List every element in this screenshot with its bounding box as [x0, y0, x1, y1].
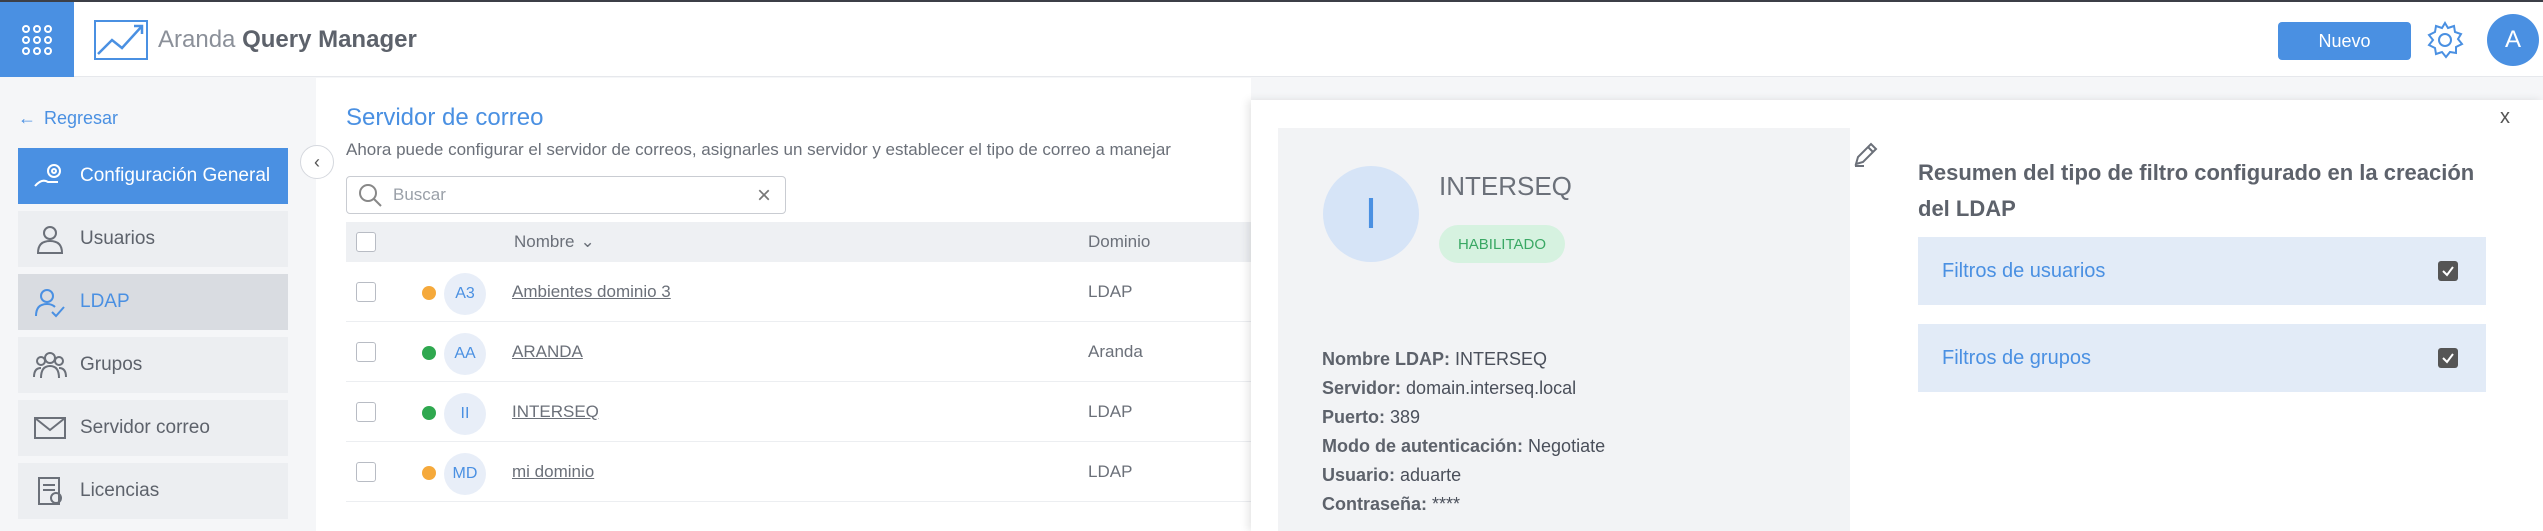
sidebar-item-users[interactable]: Usuarios [18, 211, 288, 267]
field-user: Usuario: aduarte [1322, 465, 1462, 485]
table-row[interactable]: MD mi dominio LDAP [346, 442, 1251, 502]
table-row[interactable]: II INTERSEQ LDAP [346, 382, 1251, 442]
ldap-avatar: I [1323, 166, 1419, 262]
field-auth-mode: Modo de autenticación: Negotiate [1322, 436, 1606, 456]
collapse-sidebar-button[interactable]: ‹ [300, 145, 334, 179]
status-dot [422, 346, 436, 360]
license-icon [38, 477, 62, 505]
clear-icon[interactable]: × [757, 182, 771, 210]
row-name-link[interactable]: INTERSEQ [512, 402, 599, 422]
column-header-name[interactable]: Nombre ⌄ [514, 232, 595, 252]
user-check-icon [35, 289, 65, 318]
sidebar-item-licenses[interactable]: Licencias [18, 463, 288, 519]
row-domain: LDAP [1088, 282, 1133, 301]
back-link[interactable]: ← Regresar [18, 108, 118, 129]
sidebar-item-groups[interactable]: Grupos [18, 337, 288, 393]
app-title: Aranda Query Manager [158, 26, 417, 53]
column-header-domain: Dominio [1088, 232, 1151, 251]
field-password: Contraseña: **** [1322, 494, 1461, 514]
sidebar-item-mail-server[interactable]: Servidor correo [18, 400, 288, 456]
mail-icon [34, 417, 66, 439]
arrow-left-icon: ← [18, 108, 36, 128]
filter-summary-title: Resumen del tipo de filtro configurado e… [1918, 160, 2475, 221]
search-input[interactable] [393, 185, 733, 205]
grid-icon [22, 24, 52, 55]
groups-filter-checkbox[interactable] [2438, 348, 2458, 368]
gear-icon[interactable] [2425, 20, 2465, 60]
check-icon [2442, 266, 2454, 277]
main-content: Servidor de correo Ahora puede configura… [316, 78, 1251, 531]
status-badge: HABILITADO [1439, 225, 1565, 263]
select-all-checkbox[interactable] [356, 232, 376, 252]
row-checkbox[interactable] [356, 342, 376, 362]
row-name-link[interactable]: mi dominio [512, 462, 594, 482]
page-title: Servidor de correo [346, 104, 544, 131]
row-avatar: MD [444, 453, 486, 495]
row-checkbox[interactable] [356, 282, 376, 302]
field-ldap-name: Nombre LDAP: INTERSEQ [1322, 349, 1548, 369]
field-port: Puerto: 389 [1322, 407, 1421, 427]
chevron-left-icon: ‹ [314, 151, 320, 172]
search-box: × [346, 176, 786, 214]
table-row[interactable]: AA ARANDA Aranda [346, 322, 1251, 382]
search-icon [359, 184, 382, 207]
new-button[interactable]: Nuevo [2278, 22, 2411, 60]
ldap-name: INTERSEQ [1439, 171, 1572, 201]
status-dot [422, 406, 436, 420]
table-header: Nombre ⌄ Dominio [346, 222, 1251, 262]
top-bar: Aranda Query Manager Nuevo A [0, 0, 2543, 77]
close-icon[interactable]: x [2500, 106, 2510, 129]
row-domain: LDAP [1088, 462, 1133, 481]
settings-hand-icon [34, 164, 61, 187]
user-avatar[interactable]: A [2487, 14, 2539, 66]
row-domain: Aranda [1088, 342, 1143, 361]
sidebar-item-ldap[interactable]: LDAP [18, 274, 288, 330]
row-checkbox[interactable] [356, 462, 376, 482]
field-server: Servidor: domain.interseq.local [1322, 378, 1577, 398]
filter-groups-row[interactable]: Filtros de grupos [1918, 324, 2486, 392]
row-checkbox[interactable] [356, 402, 376, 422]
chevron-down-icon: ⌄ [580, 232, 595, 251]
row-avatar: A3 [444, 273, 486, 315]
row-avatar: II [444, 393, 486, 435]
trend-chart-icon [94, 20, 148, 60]
row-domain: LDAP [1088, 402, 1133, 421]
app-logo[interactable]: Aranda Query Manager [94, 20, 417, 60]
check-icon [2442, 353, 2454, 364]
sidebar-item-general-settings[interactable]: Configuración General [18, 148, 288, 204]
status-dot [422, 466, 436, 480]
pencil-icon[interactable] [1852, 140, 1880, 168]
row-name-link[interactable]: Ambientes dominio 3 [512, 282, 671, 302]
users-filter-checkbox[interactable] [2438, 261, 2458, 281]
status-dot [422, 286, 436, 300]
user-icon [36, 226, 64, 254]
row-name-link[interactable]: ARANDA [512, 342, 583, 362]
filter-users-row[interactable]: Filtros de usuarios [1918, 237, 2486, 305]
group-icon [33, 352, 67, 379]
row-avatar: AA [444, 333, 486, 375]
apps-menu-button[interactable] [0, 2, 74, 77]
page-subtitle: Ahora puede configurar el servidor de co… [346, 140, 1171, 159]
table-row[interactable]: A3 Ambientes dominio 3 LDAP [346, 262, 1251, 322]
